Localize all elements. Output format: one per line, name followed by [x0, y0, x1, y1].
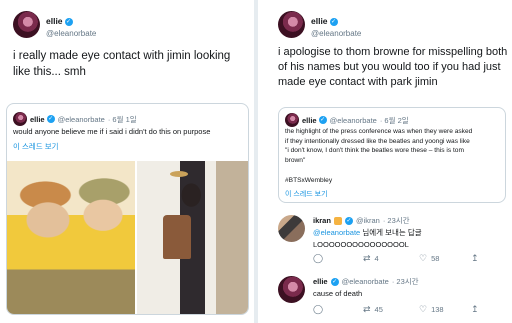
avatar[interactable] — [278, 11, 305, 39]
tweet-text: i really made eye contact with jimin loo… — [13, 50, 231, 78]
right-tweet-panel: ellie ✓ @eleanorbate i apologise to thom … — [258, 0, 512, 323]
reply-author-handle: @eleanorbate — [341, 277, 389, 286]
tweet-author[interactable]: ellie ✓ @eleanorbate — [13, 11, 96, 39]
show-thread-link[interactable]: 이 스레드 보기 — [285, 189, 328, 199]
share-icon: ↥ — [471, 253, 479, 263]
quoted-text: the highlight of the press conference wa… — [285, 127, 505, 165]
quoted-text-line: the highlight of the press conference wa… — [285, 128, 473, 135]
share-button[interactable]: ↥ — [471, 305, 479, 314]
reply-to-label: 님에게 보내는 답글 — [360, 228, 422, 237]
photo-left[interactable] — [7, 161, 135, 314]
verified-icon: ✓ — [329, 17, 338, 26]
photo-right[interactable] — [137, 161, 248, 314]
quoted-author-name: ellie — [302, 115, 317, 125]
retweet-count: 4 — [374, 254, 379, 263]
quoted-author-handle: @eleanorbate — [57, 114, 105, 124]
verified-icon: ✓ — [344, 216, 353, 225]
author-name[interactable]: ellie — [46, 16, 63, 27]
photo-detail — [163, 215, 191, 259]
verified-icon: ✓ — [318, 116, 327, 124]
quoted-author-handle: @eleanorbate — [329, 115, 377, 125]
photo-detail — [170, 171, 188, 177]
reply-button[interactable]: ◯ — [313, 305, 363, 314]
left-tweet-panel: ellie ✓ @eleanorbate i really made eye co… — [0, 0, 254, 323]
reply-icon: ◯ — [313, 304, 324, 314]
avatar[interactable] — [13, 11, 40, 39]
show-thread-link[interactable]: 이 스레드 보기 — [13, 141, 59, 152]
avatar — [13, 112, 27, 126]
reply-text: LOOOOOOOOOOOOOOOL — [313, 240, 409, 249]
tweet-text: i apologise to thom browne for misspelli… — [278, 46, 508, 88]
retweet-icon: ⇄ — [363, 253, 371, 263]
reply-tweet[interactable]: ellie ✓ @eleanorbate · 23시간 cause of dea… — [278, 276, 419, 303]
tweet-author[interactable]: ellie ✓ @eleanorbate — [278, 11, 361, 39]
reply-tweet[interactable]: ikran ✓ @ikran · 23시간 @eleanorbate 님에게 보… — [278, 215, 422, 250]
verified-icon: ✓ — [64, 17, 73, 26]
quoted-date: · 6월 1일 — [107, 114, 137, 124]
reply-time: · 23시간 — [391, 277, 419, 286]
tweet-actions: ◯ ⇄ 45 ♡ 138 ↥ — [313, 304, 479, 315]
like-icon: ♡ — [419, 253, 428, 263]
reply-mention[interactable]: @eleanorbate — [313, 228, 360, 237]
reply-author-name[interactable]: ellie — [313, 277, 328, 286]
like-icon: ♡ — [419, 304, 428, 314]
reply-time: · 23시간 — [382, 216, 410, 225]
reply-author-handle: @ikran — [355, 216, 380, 225]
quoted-text-line: brown" — [285, 156, 306, 164]
avatar[interactable] — [278, 215, 305, 242]
quoted-date: · 6월 2일 — [379, 115, 409, 125]
avatar[interactable] — [278, 276, 305, 303]
verified-icon: ✓ — [46, 115, 55, 123]
quoted-tweet[interactable]: ellie ✓ @eleanorbate · 6월 1일 would anyone… — [6, 103, 249, 315]
quoted-tweet[interactable]: ellie ✓ @eleanorbate · 6월 2일 the highligh… — [278, 107, 506, 203]
retweet-button[interactable]: ⇄ 4 — [363, 253, 419, 264]
author-handle[interactable]: @eleanorbate — [311, 29, 361, 38]
avatar — [285, 113, 299, 127]
author-name[interactable]: ellie — [311, 16, 328, 27]
verified-icon: ✓ — [330, 277, 339, 286]
author-handle[interactable]: @eleanorbate — [46, 29, 96, 38]
quoted-text-line: if they intentionally dressed like the b… — [285, 137, 470, 145]
like-count: 58 — [431, 254, 440, 263]
hashtag[interactable]: #BTSxWembley — [285, 176, 332, 186]
reply-author-name[interactable]: ikran — [313, 216, 331, 225]
retweet-icon: ⇄ — [363, 304, 371, 314]
like-count: 138 — [431, 305, 444, 314]
reply-text: cause of death — [313, 289, 363, 298]
share-icon: ↥ — [471, 304, 479, 314]
emoji-icon — [333, 216, 342, 225]
quoted-text-line: "i don't know, I don't think the beatles… — [285, 147, 464, 154]
quoted-text: would anyone believe me if i said i didn… — [13, 127, 211, 136]
retweet-button[interactable]: ⇄ 45 — [363, 304, 419, 315]
reply-button[interactable]: ◯ — [313, 254, 363, 263]
share-button[interactable]: ↥ — [471, 254, 479, 263]
like-button[interactable]: ♡ 138 — [419, 304, 471, 315]
quoted-author-name: ellie — [30, 114, 45, 124]
reply-icon: ◯ — [313, 253, 324, 263]
tweet-actions: ◯ ⇄ 4 ♡ 58 ↥ — [313, 253, 479, 264]
retweet-count: 45 — [374, 305, 383, 314]
like-button[interactable]: ♡ 58 — [419, 253, 471, 264]
